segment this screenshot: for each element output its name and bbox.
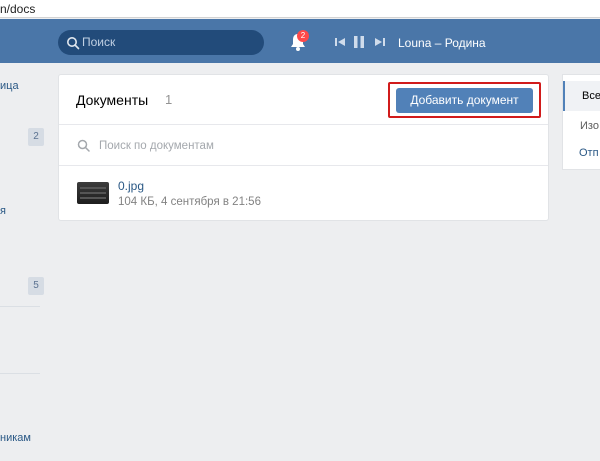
sidebar-item-3[interactable]: никам [0,432,31,444]
right-filter-menu: Все Изо Отп [562,74,600,170]
previous-track-icon[interactable] [333,35,347,49]
sidebar-counter-2: 5 [28,277,44,295]
filter-all[interactable]: Все [563,81,600,111]
filter-sent-label: Отп [579,147,599,159]
player-track-title[interactable]: Louna – Родина [398,36,486,50]
page-title: Документы [76,92,149,108]
sidebar-item-2[interactable]: я [0,205,6,217]
documents-search-input[interactable] [99,137,519,155]
documents-panel: Документы 1 Добавить документ 0.jpg 104 … [58,74,549,221]
notifications-badge: 2 [297,30,309,42]
filter-sent[interactable]: Отп [563,138,600,168]
left-sidebar: ица 2 я 5 никам [0,63,44,461]
url-text: n/docs [0,2,36,16]
add-document-button[interactable]: Добавить документ [396,88,533,113]
sidebar-counter-1: 2 [28,128,44,146]
search-icon [77,139,90,152]
documents-header: Документы 1 Добавить документ [59,75,548,125]
document-row[interactable]: 0.jpg 104 КБ, 4 сентября в 21:56 [59,167,548,221]
document-thumbnail[interactable] [77,182,109,204]
sidebar-divider [0,373,40,374]
browser-address-bar[interactable]: n/docs [0,0,600,18]
search-icon [67,37,80,50]
filter-images[interactable]: Изо [563,111,600,141]
sidebar-item-1[interactable]: ица [0,80,19,92]
pause-icon[interactable] [352,35,366,49]
documents-count: 1 [165,92,173,107]
filter-all-label: Все [582,90,600,102]
next-track-icon[interactable] [373,35,387,49]
header-search-field[interactable]: Поиск [58,30,264,55]
sidebar-divider [0,306,40,307]
filter-images-label: Изо [580,120,599,132]
top-header: Поиск 2 Louna – Родина [0,19,600,63]
document-meta: 104 КБ, 4 сентября в 21:56 [118,196,261,208]
documents-search [59,126,548,166]
document-name-link[interactable]: 0.jpg [118,179,144,193]
header-search-placeholder: Поиск [82,35,116,49]
